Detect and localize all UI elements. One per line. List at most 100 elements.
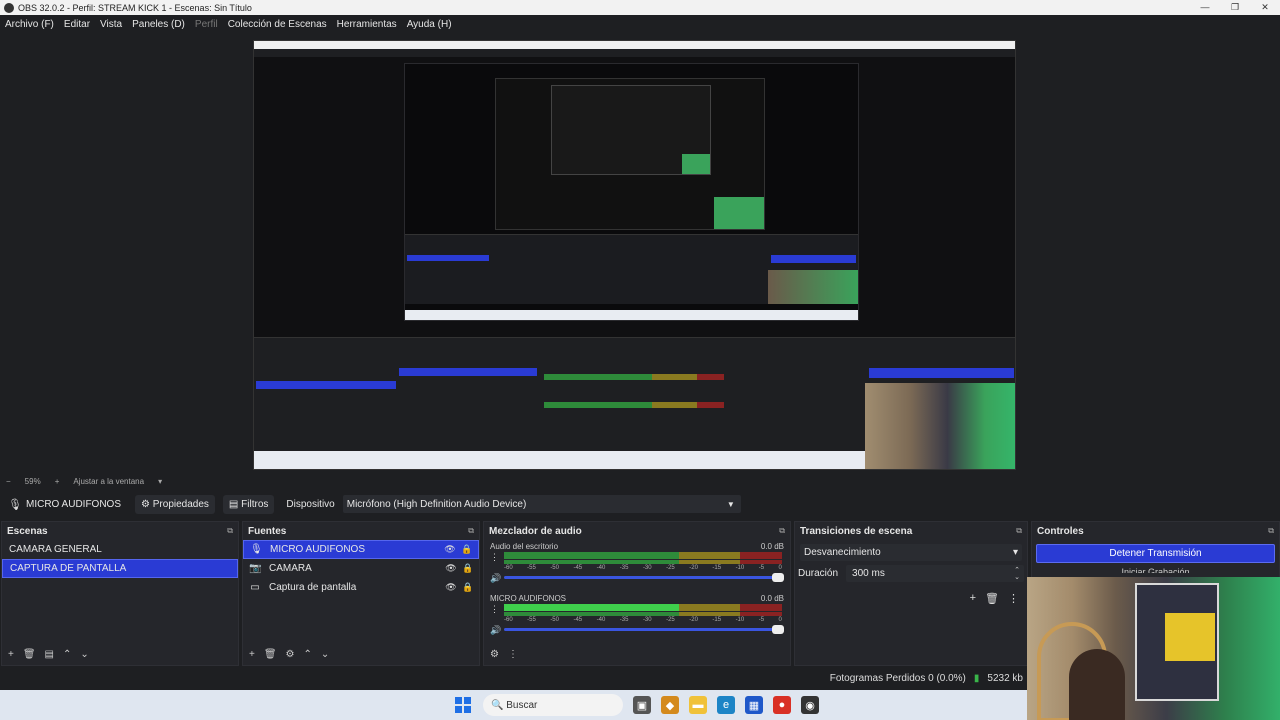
zoom-fit-label[interactable]: Ajustar a la ventana	[73, 477, 144, 486]
undock-icon[interactable]: ⧉	[1268, 526, 1274, 536]
tick: -40	[596, 617, 606, 623]
add-source-icon[interactable]: +	[249, 649, 255, 660]
undock-icon[interactable]: ⧉	[779, 526, 785, 536]
windows-start-icon[interactable]	[455, 697, 471, 713]
source-item-camara[interactable]: 📷 CAMARA 👁 🔒	[243, 559, 479, 578]
stepper-icon[interactable]: ⌃ ⌄	[1014, 567, 1020, 581]
dropped-frames: Fotogramas Perdidos 0 (0.0%)	[829, 672, 966, 684]
lock-icon[interactable]: 🔒	[462, 563, 474, 574]
copilot-icon[interactable]: ◆	[661, 696, 679, 714]
speaker-icon[interactable]: 🔊	[490, 573, 501, 584]
close-button[interactable]: ✕	[1250, 0, 1280, 15]
move-down-icon[interactable]: ⌄	[80, 649, 88, 660]
nested-webcam	[768, 270, 858, 304]
status-bar: Fotogramas Perdidos 0 (0.0%) ▮ 5232 kb	[0, 670, 1027, 686]
channel-menu-icon[interactable]: ⋮	[490, 552, 499, 563]
nested-webcam-thumbnail	[682, 154, 710, 174]
channel-db: 0.0 dB	[760, 594, 784, 603]
sources-footer: + 🗑 ⚙ ⌃ ⌄	[243, 643, 479, 665]
nested-menubar	[254, 49, 1015, 57]
zoom-percent[interactable]: 59%	[25, 477, 41, 486]
stop-stream-button[interactable]: Detener Transmisión	[1036, 544, 1275, 563]
move-up-icon[interactable]: ⌃	[63, 649, 71, 660]
chrome-icon[interactable]: ●	[773, 696, 791, 714]
task-view-icon[interactable]: ▣	[633, 696, 651, 714]
channel-db: 0.0 dB	[760, 542, 784, 551]
eye-icon[interactable]: 👁	[445, 563, 457, 574]
obs-icon[interactable]: ◉	[801, 696, 819, 714]
transition-select[interactable]: Desvanecimiento ▾	[800, 544, 1022, 561]
advanced-audio-icon[interactable]: ⚙	[490, 649, 499, 660]
audio-mixer-dock: Mezclador de audio ⧉ Audio del escritori…	[483, 521, 791, 666]
source-properties-icon[interactable]: ⚙	[286, 649, 295, 660]
menu-edit[interactable]: Editar	[64, 19, 90, 30]
menu-view[interactable]: Vista	[100, 19, 122, 30]
trash-icon[interactable]: 🗑	[985, 592, 999, 605]
menu-scene-collection[interactable]: Colección de Escenas	[228, 19, 327, 30]
zoom-in-icon[interactable]: +	[55, 477, 60, 486]
menu-help[interactable]: Ayuda (H)	[407, 19, 452, 30]
menu-profile[interactable]: Perfil	[195, 19, 218, 30]
zoom-out-icon[interactable]: −	[6, 477, 11, 486]
menu-tools[interactable]: Herramientas	[337, 19, 397, 30]
camera-icon: 📷	[249, 563, 262, 574]
eye-icon[interactable]: 👁	[444, 544, 456, 555]
filters-button[interactable]: ▤ Filtros	[222, 494, 275, 514]
edge-icon[interactable]: e	[717, 696, 735, 714]
file-explorer-icon[interactable]: ▬	[689, 696, 707, 714]
slider-handle[interactable]	[772, 573, 784, 582]
source-label: Captura de pantalla	[269, 582, 357, 593]
move-up-icon[interactable]: ⌃	[304, 649, 312, 660]
mixer-footer: ⚙ ⋮	[484, 643, 790, 665]
controls-dock-header: Controles ⧉	[1032, 522, 1279, 540]
start-recording-button[interactable]: Iniciar Grabación	[1036, 566, 1275, 573]
remove-source-icon[interactable]: 🗑	[264, 649, 277, 660]
volume-slider[interactable]	[504, 625, 784, 634]
scene-item-captura-de-pantalla[interactable]: CAPTURA DE PANTALLA	[2, 559, 238, 578]
volume-meter-peak	[504, 612, 782, 616]
transition-actions: + 🗑 ⋮	[961, 592, 1019, 605]
source-item-micro-audifonos[interactable]: 🎙 MICRO AUDIFONOS 👁 🔒	[243, 540, 479, 559]
scenes-title: Escenas	[7, 525, 48, 537]
minimize-button[interactable]: —	[1190, 0, 1220, 15]
tick: -10	[735, 617, 745, 623]
undock-icon[interactable]: ⧉	[468, 526, 474, 536]
volume-slider[interactable]	[504, 573, 784, 582]
lock-icon[interactable]: 🔒	[461, 544, 473, 555]
duration-input[interactable]: 300 ms ⌃ ⌄	[846, 565, 1024, 582]
maximize-button[interactable]: ❐	[1220, 0, 1250, 15]
tick: 0	[778, 617, 782, 623]
tick: -35	[619, 617, 629, 623]
source-item-captura[interactable]: ▭ Captura de pantalla 👁 🔒	[243, 578, 479, 597]
tick: -40	[596, 565, 606, 571]
properties-button[interactable]: ⚙ Propiedades	[135, 494, 215, 514]
transitions-title: Transiciones de escena	[800, 525, 913, 537]
more-icon[interactable]: ⋮	[1008, 592, 1019, 605]
remove-scene-icon[interactable]: 🗑	[23, 649, 36, 660]
menu-file[interactable]: Archivo (F)	[5, 19, 54, 30]
undock-icon[interactable]: ⧉	[1016, 526, 1022, 536]
undock-icon[interactable]: ⧉	[227, 526, 233, 536]
transitions-dock-header: Transiciones de escena ⧉	[795, 522, 1027, 540]
menu-docks[interactable]: Paneles (D)	[132, 19, 185, 30]
source-label: MICRO AUDIFONOS	[270, 544, 366, 555]
scene-filters-icon[interactable]: ▤	[45, 649, 54, 660]
program-preview[interactable]	[253, 40, 1016, 470]
eye-icon[interactable]: 👁	[445, 582, 457, 593]
channel-menu-icon[interactable]: ⋮	[490, 604, 499, 615]
scene-item-camara-general[interactable]: CAMARA GENERAL	[2, 540, 238, 559]
slider-handle[interactable]	[772, 625, 784, 634]
device-select[interactable]: Micrófono (High Definition Audio Device)…	[342, 495, 741, 513]
mixer-menu-icon[interactable]: ⋮	[508, 649, 518, 660]
sources-title: Fuentes	[248, 525, 287, 537]
store-icon[interactable]: ▦	[745, 696, 763, 714]
taskbar-search[interactable]: 🔍 Buscar	[483, 694, 623, 716]
gear-icon: ⚙	[141, 498, 153, 510]
chevron-down-icon[interactable]: ▾	[158, 477, 162, 486]
add-icon[interactable]: +	[970, 592, 976, 605]
add-scene-icon[interactable]: +	[8, 649, 14, 660]
lock-icon[interactable]: 🔒	[462, 582, 474, 593]
speaker-icon[interactable]: 🔊	[490, 625, 501, 636]
microphone-icon: 🎙	[250, 544, 263, 555]
move-down-icon[interactable]: ⌄	[321, 649, 329, 660]
